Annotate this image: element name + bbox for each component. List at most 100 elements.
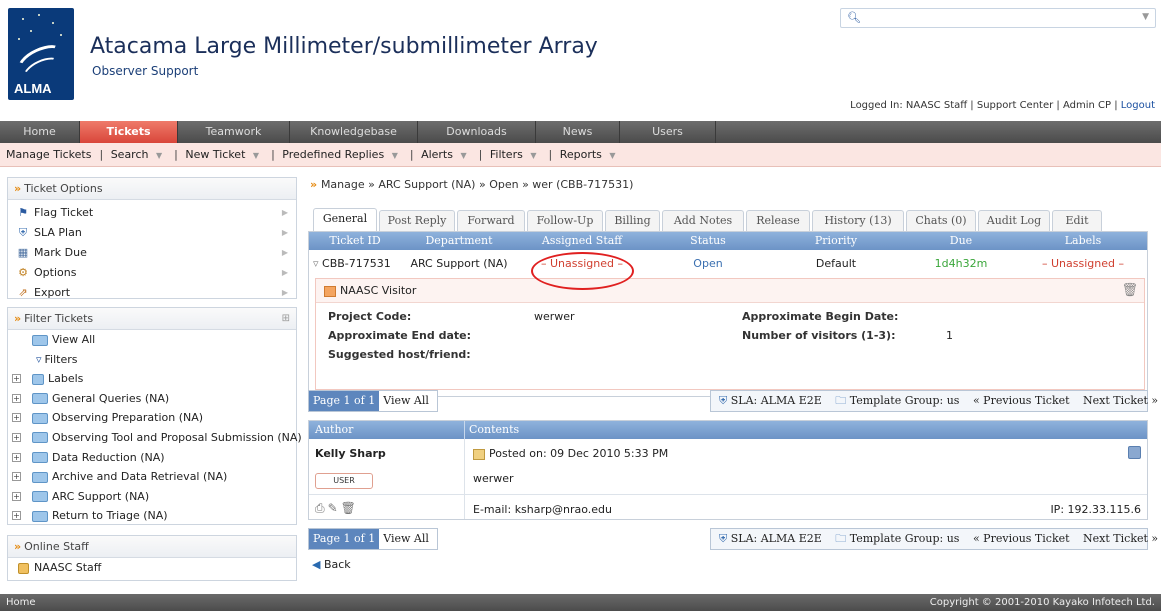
view-all-link[interactable]: View All: [379, 394, 429, 407]
next-ticket-link[interactable]: Next Ticket »: [1083, 394, 1158, 407]
page-subtitle: Observer Support: [92, 64, 199, 78]
post-icon: [473, 448, 485, 460]
folder-icon: [32, 491, 48, 503]
tab-audit-log[interactable]: Audit Log: [978, 210, 1050, 232]
ticket-id: ▿ CBB-717531: [313, 257, 391, 270]
breadcrumb: » Manage » ARC Support (NA) » Open » wer…: [310, 178, 634, 191]
post-ip: IP: 192.33.115.6: [1050, 503, 1141, 516]
ticket-status[interactable]: Open: [647, 253, 769, 275]
page-indicator: Page 1 of 1: [309, 391, 380, 411]
tab-edit[interactable]: Edit: [1052, 210, 1102, 232]
folder-icon: [32, 510, 48, 522]
search-menu[interactable]: Search ▼: [111, 148, 166, 161]
next-ticket-link[interactable]: Next Ticket »: [1083, 532, 1158, 545]
panel-title: Filter Tickets: [24, 312, 94, 325]
expand-icon[interactable]: ⊞: [282, 308, 290, 330]
search-icon: 🔍︎: [847, 11, 861, 24]
quote-icon[interactable]: [1128, 446, 1141, 459]
tab-release[interactable]: Release: [746, 210, 810, 232]
nav-news[interactable]: News: [536, 121, 620, 143]
mark-due-option[interactable]: ▦ Mark Due ▶: [8, 243, 296, 263]
folder-icon: 🗀︎: [835, 394, 847, 407]
project-code-value: werwer: [534, 310, 575, 323]
filters-menu[interactable]: Filters ▼: [490, 148, 541, 161]
nav-knowledgebase[interactable]: Knowledgebase: [290, 121, 418, 143]
options-option[interactable]: ⚙ Options ▶: [8, 263, 296, 283]
ticket-labels[interactable]: – Unassigned –: [1019, 253, 1147, 275]
back-link[interactable]: ◀ Back: [312, 558, 351, 571]
footer: Home Copyright © 2001-2010 Kayako Infote…: [0, 594, 1161, 611]
edit-icon[interactable]: ✎: [328, 501, 341, 515]
filter-observing-preparation[interactable]: + Observing Preparation (NA): [8, 408, 296, 428]
flag-icon: ▿: [313, 257, 319, 270]
folder-icon: [32, 393, 48, 405]
sla-label: SLA: ALMA E2E: [730, 532, 822, 545]
post-email: E-mail: ksharp@nrao.edu: [473, 503, 612, 516]
shield-icon: ⛨: [719, 394, 728, 407]
nav-downloads[interactable]: Downloads: [418, 121, 536, 143]
filter-return-to-triage[interactable]: + Return to Triage (NA): [8, 506, 296, 526]
flag-icon: ⚑: [18, 206, 28, 219]
ticket-posts: Author Contents Kelly Sharp USER Posted …: [308, 420, 1148, 520]
ticket-details: Ticket ID Department Assigned Staff Stat…: [308, 231, 1148, 397]
tab-general[interactable]: General: [313, 208, 377, 232]
trash-icon[interactable]: 🗑︎: [341, 501, 359, 515]
previous-ticket-link[interactable]: « Previous Ticket: [973, 532, 1070, 545]
new-ticket-menu[interactable]: New Ticket ▼: [185, 148, 263, 161]
folder-icon: [32, 471, 48, 483]
filter-view-all[interactable]: View All: [8, 330, 296, 350]
filter-data-reduction[interactable]: + Data Reduction (NA): [8, 448, 296, 468]
predefined-replies-menu[interactable]: Predefined Replies ▼: [282, 148, 402, 161]
gear-icon: ⚙: [18, 266, 28, 279]
tab-chats[interactable]: Chats (0): [906, 210, 976, 232]
filter-general-queries[interactable]: + General Queries (NA): [8, 389, 296, 409]
tab-post-reply[interactable]: Post Reply: [379, 210, 455, 232]
staff-item[interactable]: NAASC Staff: [8, 558, 296, 578]
print-icon[interactable]: ⎙: [315, 501, 328, 515]
logout-link[interactable]: Logout: [1121, 100, 1155, 111]
ticket-row: ▿ CBB-717531 ARC Support (NA) – Unassign…: [309, 253, 1147, 275]
tab-add-notes[interactable]: Add Notes: [662, 210, 744, 232]
chevron-down-icon[interactable]: ▼: [1142, 12, 1149, 22]
tab-billing[interactable]: Billing: [605, 210, 660, 232]
tab-history[interactable]: History (13): [812, 210, 904, 232]
custom-fields-title: NAASC Visitor: [340, 284, 417, 297]
ticket-priority[interactable]: Default: [769, 253, 903, 275]
filter-arc-support[interactable]: + ARC Support (NA): [8, 487, 296, 507]
folder-icon: [32, 334, 48, 346]
user-icon: [16, 558, 30, 578]
alerts-menu[interactable]: Alerts ▼: [421, 148, 471, 161]
previous-ticket-link[interactable]: « Previous Ticket: [973, 394, 1070, 407]
alma-logo[interactable]: ALMA: [8, 8, 74, 100]
tab-follow-up[interactable]: Follow-Up: [527, 210, 603, 232]
user-badge: USER: [315, 473, 373, 489]
filter-observing-tool[interactable]: + Observing Tool and Proposal Submission …: [8, 428, 302, 448]
post-author: Kelly Sharp: [315, 447, 386, 460]
logo-text: ALMA: [14, 81, 52, 96]
nav-home[interactable]: Home: [0, 121, 80, 143]
label-icon: [32, 373, 44, 385]
export-option[interactable]: ⇗ Export ▶: [8, 283, 296, 303]
page-indicator: Page 1 of 1: [309, 529, 380, 549]
post-body: werwer: [473, 472, 514, 485]
nav-tickets[interactable]: Tickets: [80, 121, 178, 143]
view-all-link[interactable]: View All: [379, 532, 429, 545]
footer-home-link[interactable]: Home: [6, 594, 36, 611]
footer-copyright: Copyright © 2001-2010 Kayako Infotech Lt…: [929, 597, 1155, 608]
filter-labels[interactable]: + Labels: [8, 369, 296, 389]
search-input[interactable]: 🔍︎ ▼: [840, 8, 1156, 28]
sla-bar-top: ⛨ SLA: ALMA E2E 🗀︎ Template Group: us « …: [710, 390, 1158, 412]
main-nav: Home Tickets Teamwork Knowledgebase Down…: [0, 121, 1161, 143]
manage-tickets-link[interactable]: Manage Tickets: [6, 148, 91, 161]
flag-ticket-option[interactable]: ⚑ Flag Ticket ▶: [8, 203, 296, 223]
tab-forward[interactable]: Forward: [457, 210, 525, 232]
page-title: Atacama Large Millimeter/submillimeter A…: [90, 34, 598, 59]
reports-menu[interactable]: Reports ▼: [560, 148, 620, 161]
nav-users[interactable]: Users: [620, 121, 716, 143]
trash-icon[interactable]: 🗑︎: [1121, 279, 1138, 303]
sla-plan-option[interactable]: ⛨ SLA Plan ▶: [8, 223, 296, 243]
filter-archive[interactable]: + Archive and Data Retrieval (NA): [8, 467, 296, 487]
nav-teamwork[interactable]: Teamwork: [178, 121, 290, 143]
filter-filters[interactable]: ▿ Filters: [8, 350, 296, 370]
ticket-department: ARC Support (NA): [410, 257, 508, 270]
